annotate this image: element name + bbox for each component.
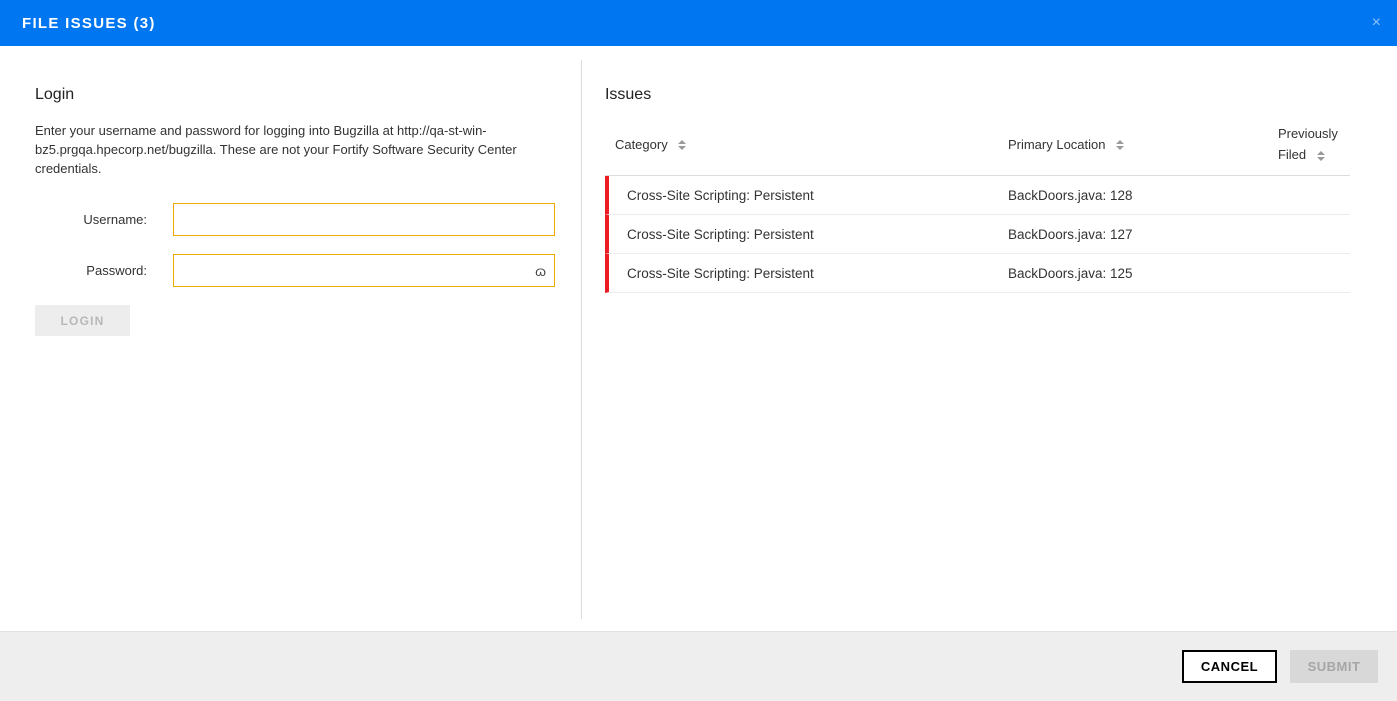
- password-input[interactable]: [173, 254, 555, 287]
- dialog-header: FILE ISSUES (3) ×: [0, 0, 1397, 46]
- column-header-previously-filed[interactable]: Previously Filed: [1270, 123, 1350, 165]
- sort-icon: [678, 140, 686, 150]
- issue-category: Cross-Site Scripting: Persistent: [609, 227, 1008, 242]
- login-description: Enter your username and password for log…: [35, 121, 540, 178]
- username-label: Username:: [35, 212, 147, 227]
- issues-heading: Issues: [605, 86, 1350, 104]
- login-pane: Login Enter your username and password f…: [0, 46, 581, 631]
- cancel-button[interactable]: CANCEL: [1182, 650, 1277, 683]
- column-label: Primary Location: [1008, 137, 1106, 152]
- issue-row[interactable]: Cross-Site Scripting: Persistent BackDoo…: [605, 254, 1350, 293]
- issue-location: BackDoors.java: 128: [1008, 188, 1270, 203]
- dialog-body: Login Enter your username and password f…: [0, 46, 1397, 631]
- username-input[interactable]: [173, 203, 555, 236]
- file-issues-dialog: FILE ISSUES (3) × Login Enter your usern…: [0, 0, 1397, 701]
- sort-icon: [1317, 151, 1325, 161]
- password-reveal-icon[interactable]: ɷ: [535, 264, 546, 278]
- issues-table: Category Primary Location Previously Fil…: [605, 117, 1350, 293]
- issue-row[interactable]: Cross-Site Scripting: Persistent BackDoo…: [605, 176, 1350, 215]
- issues-pane: Issues Category Primary Location Previou…: [582, 46, 1397, 631]
- issue-category: Cross-Site Scripting: Persistent: [609, 188, 1008, 203]
- issue-row[interactable]: Cross-Site Scripting: Persistent BackDoo…: [605, 215, 1350, 254]
- password-row: Password: ɷ: [35, 254, 555, 287]
- column-label: Category: [615, 137, 668, 152]
- password-label: Password:: [35, 263, 147, 278]
- submit-button[interactable]: SUBMIT: [1290, 650, 1378, 683]
- sort-icon: [1116, 140, 1124, 150]
- login-heading: Login: [35, 86, 555, 104]
- username-input-wrap: [173, 203, 555, 236]
- column-header-primary-location[interactable]: Primary Location: [1008, 137, 1270, 152]
- username-row: Username:: [35, 203, 555, 236]
- column-label: Previously Filed: [1278, 126, 1338, 162]
- column-header-category[interactable]: Category: [605, 137, 1008, 152]
- dialog-title: FILE ISSUES (3): [22, 15, 156, 32]
- close-icon[interactable]: ×: [1372, 15, 1381, 31]
- issue-location: BackDoors.java: 125: [1008, 266, 1270, 281]
- password-input-wrap: ɷ: [173, 254, 555, 287]
- dialog-footer: CANCEL SUBMIT: [0, 631, 1397, 701]
- issue-category: Cross-Site Scripting: Persistent: [609, 266, 1008, 281]
- login-button[interactable]: LOGIN: [35, 305, 130, 336]
- issue-location: BackDoors.java: 127: [1008, 227, 1270, 242]
- issues-table-header: Category Primary Location Previously Fil…: [605, 117, 1350, 176]
